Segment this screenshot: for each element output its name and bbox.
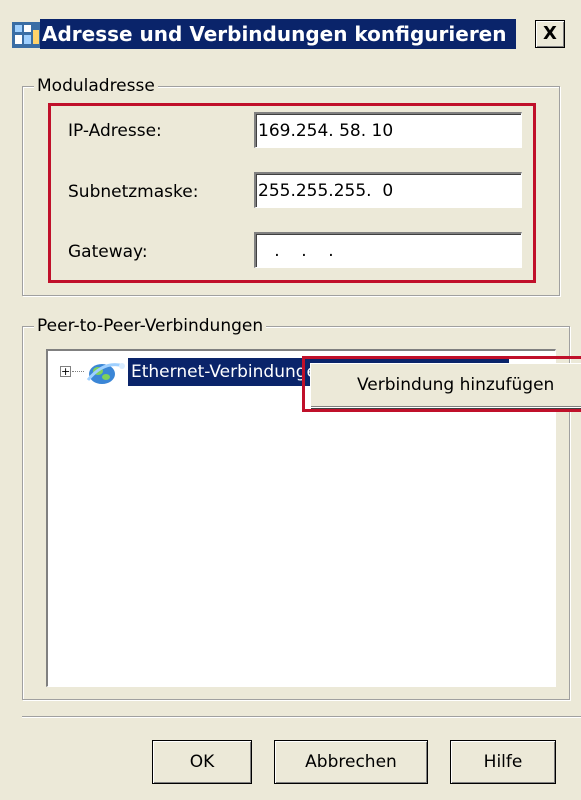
cancel-button[interactable]: Abbrechen <box>274 740 428 784</box>
peer-connections-legend: Peer-to-Peer-Verbindungen <box>34 316 267 336</box>
ip-address-label: IP-Adresse: <box>68 121 162 141</box>
module-address-legend: Moduladresse <box>34 76 158 96</box>
tree-connector <box>72 371 84 372</box>
ok-button[interactable]: OK <box>152 740 252 784</box>
close-button[interactable]: X <box>535 20 565 48</box>
window-title: Adresse und Verbindungen konfigurieren <box>40 19 517 49</box>
subnet-mask-label: Subnetzmaske: <box>68 182 199 202</box>
gateway-field[interactable]: . . . <box>254 232 522 268</box>
context-menu-highlight-frame <box>302 356 581 412</box>
bottom-separator <box>22 716 581 718</box>
ethernet-globe-icon <box>86 363 125 384</box>
title-bar[interactable]: Adresse und Verbindungen konfigurieren X <box>0 0 581 62</box>
gateway-label: Gateway: <box>68 242 148 262</box>
subnet-mask-field[interactable]: 255.255.255. 0 <box>254 172 522 208</box>
help-button[interactable]: Hilfe <box>450 740 556 784</box>
ip-address-field[interactable]: 169.254. 58. 10 <box>254 112 522 148</box>
expand-icon[interactable]: + <box>60 366 71 377</box>
app-icon <box>12 22 42 48</box>
